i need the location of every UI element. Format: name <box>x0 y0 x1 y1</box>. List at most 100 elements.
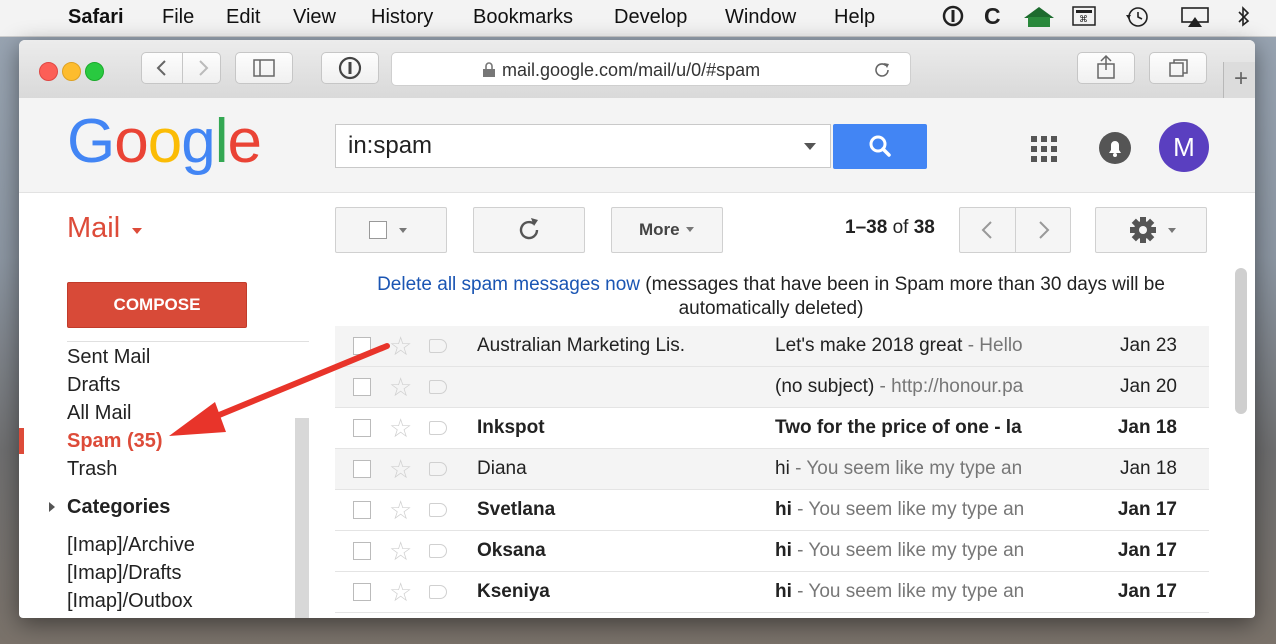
star-icon[interactable]: ☆ <box>389 331 412 362</box>
sidebar-item-trash[interactable]: Trash <box>67 458 117 481</box>
search-input[interactable]: in:spam <box>335 124 831 168</box>
time-machine-icon[interactable] <box>1124 5 1152 35</box>
importance-marker-icon[interactable] <box>429 421 447 435</box>
password-manager-button[interactable] <box>321 52 379 84</box>
zoom-window-button[interactable] <box>85 62 104 81</box>
message-row[interactable]: ☆ Inkspot Two for the price of one - la … <box>335 408 1209 449</box>
settings-button[interactable] <box>1095 207 1207 253</box>
row-checkbox[interactable] <box>353 501 371 519</box>
message-subject-line: Let's make 2018 great - Hello <box>775 335 1041 357</box>
gmail-header: Google in:spam M <box>19 98 1255 193</box>
message-row[interactable]: ☆ (no subject) - http://honour.pa Jan 20 <box>335 367 1209 408</box>
bluetooth-icon[interactable] <box>1236 5 1252 35</box>
star-icon[interactable]: ☆ <box>389 577 412 608</box>
message-subject-line: hi - You seem like my type an <box>775 581 1041 603</box>
importance-marker-icon[interactable] <box>429 544 447 558</box>
ccleaner-icon[interactable]: C <box>984 3 1001 30</box>
onepassword-icon[interactable] <box>942 5 964 33</box>
message-snippet: - You seem like my type an <box>791 540 1025 561</box>
delete-all-spam-link[interactable]: Delete all spam messages now <box>377 274 640 295</box>
settings-caret-icon <box>1168 228 1176 233</box>
sidebar-item-imap-drafts[interactable]: [Imap]/Drafts <box>67 562 181 585</box>
more-button[interactable]: More <box>611 207 723 253</box>
sidebar-item-spam[interactable]: Spam (35) <box>67 430 163 453</box>
search-options-caret-icon[interactable] <box>804 143 816 150</box>
importance-marker-icon[interactable] <box>429 585 447 599</box>
star-icon[interactable]: ☆ <box>389 413 412 444</box>
row-checkbox[interactable] <box>353 583 371 601</box>
message-row[interactable]: ☆ Oksana hi - You seem like my type an J… <box>335 531 1209 572</box>
row-checkbox[interactable] <box>353 337 371 355</box>
address-bar[interactable]: mail.google.com/mail/u/0/#spam <box>391 52 911 86</box>
menu-window[interactable]: Window <box>725 6 796 29</box>
sidebar-scrollbar[interactable] <box>295 418 309 618</box>
compose-button[interactable]: COMPOSE <box>67 282 247 328</box>
menu-edit[interactable]: Edit <box>226 6 260 29</box>
sidebar-item-drafts[interactable]: Drafts <box>67 374 120 397</box>
more-label: More <box>639 220 680 239</box>
notifications-bell-icon[interactable] <box>1099 132 1131 164</box>
star-icon[interactable]: ☆ <box>389 495 412 526</box>
menu-help[interactable]: Help <box>834 6 875 29</box>
minimize-window-button[interactable] <box>62 62 81 81</box>
back-button[interactable] <box>142 53 182 83</box>
menu-develop[interactable]: Develop <box>614 6 687 29</box>
select-all-checkbox[interactable] <box>369 221 387 239</box>
menu-bookmarks[interactable]: Bookmarks <box>473 6 573 29</box>
message-subject-line: hi - You seem like my type an <box>775 458 1041 480</box>
lock-icon <box>482 62 496 83</box>
main-scrollbar[interactable] <box>1235 268 1247 414</box>
home-icon[interactable] <box>1022 5 1056 35</box>
row-checkbox[interactable] <box>353 460 371 478</box>
row-checkbox[interactable] <box>353 378 371 396</box>
sidebar-item-sent[interactable]: Sent Mail <box>67 346 150 369</box>
sidebar-item-all-mail[interactable]: All Mail <box>67 402 131 425</box>
categories-expand-icon[interactable] <box>49 502 55 512</box>
sidebar-toggle-button[interactable] <box>235 52 293 84</box>
account-avatar[interactable]: M <box>1159 122 1209 172</box>
sidebar-item-categories[interactable]: Categories <box>67 496 170 519</box>
keyboard-icon[interactable]: ⌘ <box>1072 5 1096 33</box>
older-button[interactable] <box>1015 208 1071 252</box>
new-tab-button[interactable]: + <box>1223 62 1255 98</box>
menu-file[interactable]: File <box>162 6 194 29</box>
search-icon <box>869 135 891 157</box>
star-icon[interactable]: ☆ <box>389 536 412 567</box>
message-subject-line: (no subject) - http://honour.pa <box>775 376 1041 398</box>
apps-grid-icon[interactable] <box>1031 136 1059 164</box>
row-checkbox[interactable] <box>353 419 371 437</box>
sidebar-item-imap-archive[interactable]: [Imap]/Archive <box>67 534 195 557</box>
sidebar-item-imap-outbox[interactable]: [Imap]/Outbox <box>67 590 193 613</box>
show-tabs-button[interactable] <box>1149 52 1207 84</box>
refresh-button[interactable] <box>473 207 585 253</box>
importance-marker-icon[interactable] <box>429 503 447 517</box>
importance-marker-icon[interactable] <box>429 380 447 394</box>
message-row[interactable]: ☆ Diana hi - You seem like my type an Ja… <box>335 449 1209 490</box>
share-button[interactable] <box>1077 52 1135 84</box>
svg-text:⌘: ⌘ <box>1079 15 1088 25</box>
newer-button[interactable] <box>960 208 1015 252</box>
reload-icon[interactable] <box>872 60 892 85</box>
message-subject: (no subject) <box>775 376 875 397</box>
message-list: ☆ Australian Marketing Lis. Let's make 2… <box>335 326 1209 613</box>
message-row[interactable]: ☆ Svetlana hi - You seem like my type an… <box>335 490 1209 531</box>
importance-marker-icon[interactable] <box>429 462 447 476</box>
message-row[interactable]: ☆ Australian Marketing Lis. Let's make 2… <box>335 326 1209 367</box>
search-button[interactable] <box>833 124 927 169</box>
menu-view[interactable]: View <box>293 6 336 29</box>
pager-total: 38 <box>913 217 935 238</box>
select-checkbox-dropdown[interactable] <box>335 207 447 253</box>
message-row[interactable]: ☆ Kseniya hi - You seem like my type an … <box>335 572 1209 613</box>
google-logo[interactable]: Google <box>67 106 262 177</box>
close-window-button[interactable] <box>39 62 58 81</box>
forward-button[interactable] <box>182 53 223 83</box>
airplay-icon[interactable] <box>1180 5 1210 35</box>
star-icon[interactable]: ☆ <box>389 454 412 485</box>
menu-app-name[interactable]: Safari <box>68 6 124 29</box>
row-checkbox[interactable] <box>353 542 371 560</box>
star-icon[interactable]: ☆ <box>389 372 412 403</box>
importance-marker-icon[interactable] <box>429 339 447 353</box>
message-subject-line: hi - You seem like my type an <box>775 540 1041 562</box>
menu-history[interactable]: History <box>371 6 433 29</box>
sidebar-divider <box>67 341 309 342</box>
